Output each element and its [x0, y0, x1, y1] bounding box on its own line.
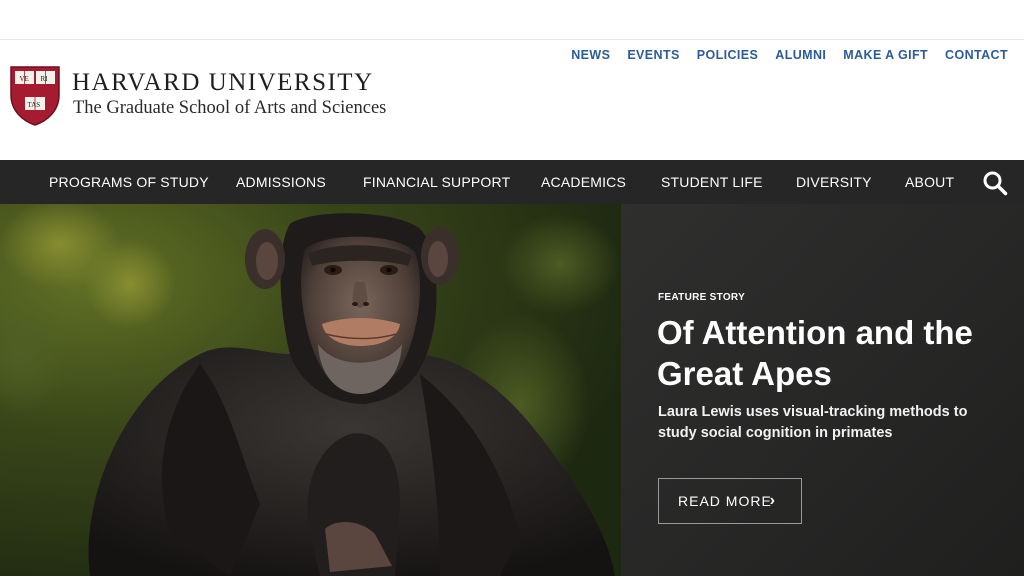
site-header: VE RI TAS HARVARD UNIVERSITY The Graduat…	[0, 41, 1024, 160]
read-more-label: READ MORE	[678, 493, 772, 509]
chevron-right-icon: ›	[769, 492, 775, 509]
nav-item-student-life[interactable]: STUDENT LIFE	[661, 160, 763, 204]
utility-link-policies[interactable]: POLICIES	[697, 48, 759, 62]
nav-item-about[interactable]: ABOUT	[905, 160, 954, 204]
shield-text-tas: TAS	[28, 101, 41, 109]
nav-item-diversity[interactable]: DIVERSITY	[796, 160, 872, 204]
university-name[interactable]: HARVARD UNIVERSITY	[72, 69, 374, 97]
utility-link-news[interactable]: NEWS	[571, 48, 610, 62]
utility-nav: NEWS EVENTS POLICIES ALUMNI MAKE A GIFT …	[554, 48, 1008, 62]
feature-hero: FEATURE STORY Of Attention and the Great…	[0, 204, 1024, 576]
nav-item-programs-of-study[interactable]: PROGRAMS OF STUDY	[49, 160, 209, 204]
nav-item-financial-support[interactable]: FINANCIAL SUPPORT	[363, 160, 510, 204]
shield-text-ri: RI	[41, 75, 49, 83]
feature-headline[interactable]: Of Attention and the Great Apes	[657, 312, 997, 394]
utility-link-make-a-gift[interactable]: MAKE A GIFT	[843, 48, 928, 62]
utility-link-contact[interactable]: CONTACT	[945, 48, 1008, 62]
chimpanzee-photo[interactable]	[0, 204, 621, 576]
feature-story-panel: FEATURE STORY Of Attention and the Great…	[621, 204, 1024, 576]
main-nav: PROGRAMS OF STUDY ADMISSIONS FINANCIAL S…	[0, 160, 1024, 204]
school-name[interactable]: The Graduate School of Arts and Sciences	[73, 98, 386, 119]
shield-text-ve: VE	[20, 75, 29, 83]
feature-story-label: FEATURE STORY	[658, 292, 746, 303]
harvard-shield-logo[interactable]: VE RI TAS	[9, 65, 61, 127]
utility-link-alumni[interactable]: ALUMNI	[775, 48, 826, 62]
nav-item-admissions[interactable]: ADMISSIONS	[236, 160, 326, 204]
browser-top-strip	[0, 0, 1024, 40]
utility-link-events[interactable]: EVENTS	[627, 48, 679, 62]
feature-dek: Laura Lewis uses visual-tracking methods…	[658, 404, 968, 441]
nav-item-academics[interactable]: ACADEMICS	[541, 160, 626, 204]
search-icon[interactable]	[982, 170, 1008, 196]
read-more-button[interactable]: READ MORE ›	[658, 478, 802, 524]
